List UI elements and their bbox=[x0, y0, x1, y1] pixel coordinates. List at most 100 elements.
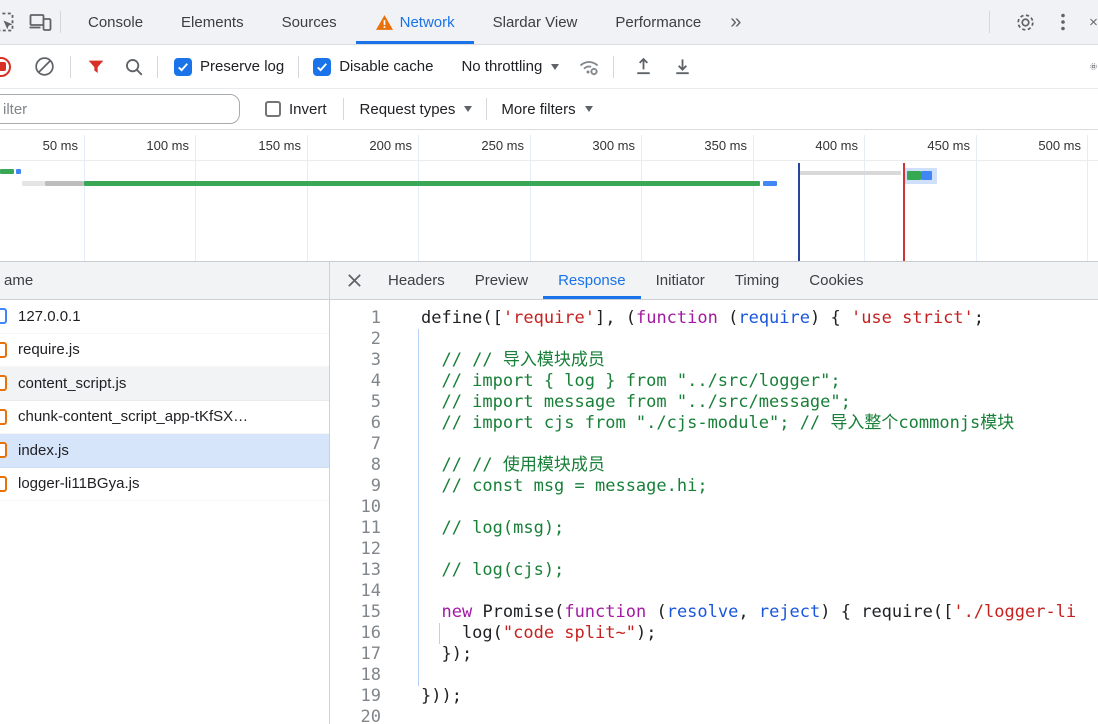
line-number[interactable]: 7 bbox=[330, 434, 381, 455]
code-line[interactable]: 20 bbox=[330, 707, 1098, 724]
line-number[interactable]: 2 bbox=[330, 329, 381, 350]
code-line[interactable]: 12 bbox=[330, 539, 1098, 560]
preserve-log-checkbox[interactable] bbox=[174, 58, 192, 76]
code-line[interactable]: 18 bbox=[330, 665, 1098, 686]
detail-tab-initiator[interactable]: Initiator bbox=[641, 262, 720, 299]
disable-cache-label[interactable]: Disable cache bbox=[339, 58, 433, 75]
tab-slardar-view[interactable]: Slardar View bbox=[474, 0, 597, 44]
network-conditions-icon[interactable] bbox=[577, 55, 601, 79]
line-number[interactable]: 1 bbox=[330, 308, 381, 329]
code-line[interactable]: 8 // // 使用模块成员 bbox=[330, 455, 1098, 476]
line-number[interactable]: 17 bbox=[330, 644, 381, 665]
name-column-header[interactable]: ame bbox=[0, 262, 329, 300]
request-bar[interactable] bbox=[84, 181, 760, 186]
timeline-tick-label: 500 ms bbox=[1001, 138, 1081, 153]
filter-funnel-icon[interactable] bbox=[85, 56, 107, 78]
import-har-icon[interactable] bbox=[632, 55, 655, 78]
request-row[interactable]: require.js bbox=[0, 334, 329, 368]
request-bar[interactable] bbox=[907, 171, 921, 180]
line-number[interactable]: 10 bbox=[330, 497, 381, 518]
network-settings-gear-icon[interactable] bbox=[1089, 55, 1098, 78]
code-line[interactable]: 7 bbox=[330, 434, 1098, 455]
chevron-down-icon[interactable] bbox=[585, 106, 593, 112]
line-number[interactable]: 5 bbox=[330, 392, 381, 413]
code-line[interactable]: 6 // import cjs from "./cjs-module"; // … bbox=[330, 413, 1098, 434]
code-line[interactable]: 14 bbox=[330, 581, 1098, 602]
response-code-viewer[interactable]: 1define(['require'], (function (require)… bbox=[330, 300, 1098, 724]
request-bar[interactable] bbox=[921, 171, 932, 180]
code-line[interactable]: 17 }); bbox=[330, 644, 1098, 665]
code-line[interactable]: 11 // log(msg); bbox=[330, 518, 1098, 539]
request-bar[interactable] bbox=[22, 181, 45, 186]
preserve-log-label[interactable]: Preserve log bbox=[200, 58, 284, 75]
code-line[interactable]: 1define(['require'], (function (require)… bbox=[330, 308, 1098, 329]
request-types-dropdown[interactable]: Request types bbox=[360, 101, 456, 118]
more-filters-dropdown[interactable]: More filters bbox=[501, 101, 575, 118]
line-number[interactable]: 14 bbox=[330, 581, 381, 602]
detail-tab-preview[interactable]: Preview bbox=[460, 262, 543, 299]
tab-console[interactable]: Console bbox=[69, 0, 162, 44]
tab-sources[interactable]: Sources bbox=[263, 0, 356, 44]
detail-tab-cookies[interactable]: Cookies bbox=[794, 262, 878, 299]
line-number[interactable]: 4 bbox=[330, 371, 381, 392]
line-number[interactable]: 16 bbox=[330, 623, 381, 644]
request-bar[interactable] bbox=[0, 169, 14, 174]
chevron-down-icon[interactable] bbox=[464, 106, 472, 112]
search-icon[interactable] bbox=[123, 56, 145, 78]
code-line[interactable]: 4 // import { log } from "../src/logger"… bbox=[330, 371, 1098, 392]
line-number[interactable]: 13 bbox=[330, 560, 381, 581]
line-number[interactable]: 9 bbox=[330, 476, 381, 497]
chevron-down-icon[interactable] bbox=[551, 64, 559, 70]
request-bar[interactable] bbox=[763, 181, 777, 186]
clear-network-log-icon[interactable] bbox=[33, 55, 56, 78]
close-devtools-icon[interactable] bbox=[1089, 13, 1098, 31]
line-number[interactable]: 15 bbox=[330, 602, 381, 623]
request-bar[interactable] bbox=[799, 171, 901, 175]
line-number[interactable]: 12 bbox=[330, 539, 381, 560]
code-line[interactable]: 16 log("code split~"); bbox=[330, 623, 1098, 644]
record-network-log-button[interactable] bbox=[0, 57, 11, 77]
detail-tab-response[interactable]: Response bbox=[543, 262, 641, 299]
line-number[interactable]: 18 bbox=[330, 665, 381, 686]
filter-input[interactable] bbox=[0, 94, 240, 124]
disable-cache-checkbox[interactable] bbox=[313, 58, 331, 76]
settings-gear-icon[interactable] bbox=[1014, 11, 1037, 34]
code-line[interactable]: 9 // const msg = message.hi; bbox=[330, 476, 1098, 497]
close-detail-icon[interactable] bbox=[346, 272, 363, 289]
export-har-icon[interactable] bbox=[671, 55, 694, 78]
code-line[interactable]: 10 bbox=[330, 497, 1098, 518]
request-bar[interactable] bbox=[45, 181, 84, 186]
request-row[interactable]: content_script.js bbox=[0, 367, 329, 401]
tab-elements[interactable]: Elements bbox=[162, 0, 263, 44]
device-toolbar-icon[interactable] bbox=[28, 10, 52, 34]
line-number[interactable]: 19 bbox=[330, 686, 381, 707]
code-line[interactable]: 2 bbox=[330, 329, 1098, 350]
request-row[interactable]: 127.0.0.1 bbox=[0, 300, 329, 334]
code-line[interactable]: 13 // log(cjs); bbox=[330, 560, 1098, 581]
kebab-menu-icon[interactable] bbox=[1053, 11, 1073, 33]
throttling-select[interactable]: No throttling bbox=[461, 58, 542, 75]
code-line[interactable]: 5 // import message from "../src/message… bbox=[330, 392, 1098, 413]
inspect-element-icon[interactable] bbox=[0, 10, 16, 34]
line-number[interactable]: 8 bbox=[330, 455, 381, 476]
request-row[interactable]: index.js bbox=[0, 434, 329, 468]
code-text bbox=[381, 539, 421, 560]
timeline-overview[interactable]: 50 ms100 ms150 ms200 ms250 ms300 ms350 m… bbox=[0, 130, 1098, 262]
code-line[interactable]: 19})); bbox=[330, 686, 1098, 707]
line-number[interactable]: 20 bbox=[330, 707, 381, 724]
invert-checkbox[interactable] bbox=[265, 101, 281, 117]
more-tabs-button[interactable]: » bbox=[720, 11, 751, 34]
line-number[interactable]: 6 bbox=[330, 413, 381, 434]
code-line[interactable]: 3 // // 导入模块成员 bbox=[330, 350, 1098, 371]
detail-tab-timing[interactable]: Timing bbox=[720, 262, 794, 299]
tab-performance[interactable]: Performance bbox=[596, 0, 720, 44]
request-bar[interactable] bbox=[16, 169, 21, 174]
line-number[interactable]: 11 bbox=[330, 518, 381, 539]
detail-tab-headers[interactable]: Headers bbox=[373, 262, 460, 299]
line-number[interactable]: 3 bbox=[330, 350, 381, 371]
request-row[interactable]: logger-li11BGya.js bbox=[0, 468, 329, 502]
request-row[interactable]: chunk-content_script_app-tKfSX… bbox=[0, 401, 329, 435]
invert-label[interactable]: Invert bbox=[289, 101, 327, 118]
code-line[interactable]: 15 new Promise(function (resolve, reject… bbox=[330, 602, 1098, 623]
tab-network[interactable]: Network bbox=[356, 0, 474, 44]
